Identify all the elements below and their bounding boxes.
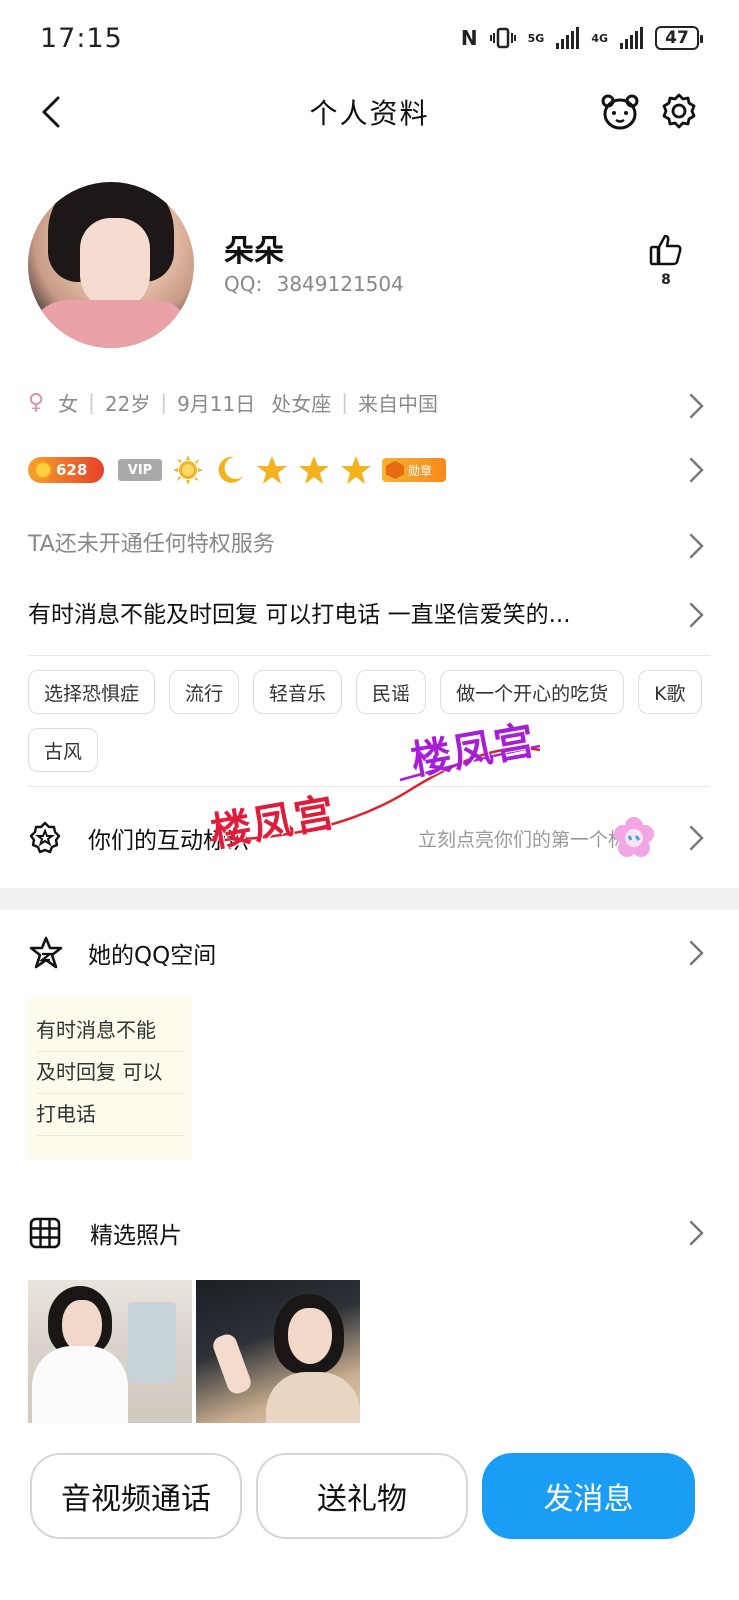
qq-value: 3849121504 bbox=[276, 272, 404, 296]
like-count: 8 bbox=[661, 272, 671, 288]
tag[interactable]: 民谣 bbox=[356, 670, 427, 714]
chevron-right-icon bbox=[689, 533, 704, 559]
tag[interactable]: 做一个开心的吃货 bbox=[440, 670, 625, 714]
signal-icon bbox=[556, 27, 580, 49]
network-4g-label: 4G bbox=[591, 31, 608, 45]
thumbs-up-icon[interactable] bbox=[648, 232, 684, 268]
qzone-label: 她的QQ空间 bbox=[88, 943, 217, 969]
medal-badge: 勋章 bbox=[382, 458, 446, 482]
signal-icon-2 bbox=[620, 27, 643, 49]
birthday: 9月11日 bbox=[177, 391, 256, 416]
level-points-badge: 628 bbox=[28, 457, 104, 483]
network-5g-label: 5G bbox=[527, 31, 545, 45]
note-line: 及时回复 可以 bbox=[36, 1052, 184, 1094]
chevron-right-icon bbox=[689, 602, 704, 628]
privilege-row[interactable]: TA还未开通任何特权服务 bbox=[28, 526, 708, 558]
age: 22岁 bbox=[104, 391, 151, 416]
separator: | bbox=[160, 390, 168, 414]
location: 来自中国 bbox=[358, 391, 439, 416]
page-title: 个人资料 bbox=[309, 97, 430, 130]
divider bbox=[28, 655, 710, 656]
chevron-right-icon bbox=[689, 940, 704, 966]
status-icons: N 5G 4G 47 bbox=[460, 26, 703, 50]
send-gift-button[interactable]: 送礼物 bbox=[256, 1453, 468, 1539]
tag[interactable]: 选择恐惧症 bbox=[28, 670, 156, 714]
note-line: 打电话 bbox=[36, 1094, 184, 1136]
coin-icon bbox=[34, 461, 52, 479]
featured-photo[interactable] bbox=[28, 1280, 192, 1423]
zodiac: 处女座 bbox=[271, 391, 332, 416]
star-icon bbox=[341, 456, 371, 484]
bear-face-icon[interactable] bbox=[600, 92, 640, 132]
tag[interactable]: 轻音乐 bbox=[253, 670, 343, 714]
nav-bar: 个人资料 bbox=[0, 76, 739, 148]
chevron-right-icon bbox=[689, 1220, 704, 1246]
star-icon bbox=[257, 456, 287, 484]
section-separator bbox=[0, 888, 739, 910]
nfc-icon: N bbox=[460, 26, 478, 50]
badges-row[interactable]: 628 VIP 勋章 bbox=[28, 450, 708, 490]
featured-photo[interactable] bbox=[196, 1280, 360, 1423]
status-bar: 17:15 N 5G 4G 47 bbox=[0, 0, 739, 76]
gear-icon[interactable] bbox=[660, 92, 698, 130]
chevron-left-icon[interactable] bbox=[34, 94, 70, 130]
moon-icon bbox=[218, 456, 243, 483]
vip-badge: VIP bbox=[118, 459, 162, 481]
basic-info-row[interactable]: ♀ 女 | 22岁 | 9月11日 处女座 | 来自中国 bbox=[28, 382, 708, 422]
status-time: 17:15 bbox=[40, 22, 123, 54]
avatar[interactable] bbox=[28, 182, 194, 348]
tag[interactable]: K歌 bbox=[638, 670, 702, 714]
qq-label: QQ: bbox=[224, 272, 263, 296]
gender: 女 bbox=[58, 391, 79, 416]
photos-label: 精选照片 bbox=[90, 1223, 182, 1249]
star-icon bbox=[299, 456, 329, 484]
vibrate-icon bbox=[489, 27, 516, 49]
qzone-note-card[interactable]: 有时消息不能 及时回复 可以 打电话 bbox=[28, 998, 192, 1160]
sun-icon bbox=[173, 455, 203, 485]
qzone-row[interactable]: 她的QQ空间 bbox=[28, 928, 710, 978]
note-line: 有时消息不能 bbox=[36, 1010, 184, 1052]
separator: | bbox=[341, 390, 349, 414]
chevron-right-icon bbox=[689, 393, 704, 419]
chevron-right-icon bbox=[689, 825, 704, 851]
badge-star-icon bbox=[29, 821, 61, 854]
photos-row[interactable]: 精选照片 bbox=[28, 1208, 710, 1258]
tag[interactable]: 流行 bbox=[169, 670, 240, 714]
battery-icon: 47 bbox=[655, 26, 703, 50]
chevron-right-icon bbox=[689, 457, 704, 483]
grid-icon bbox=[29, 1217, 61, 1249]
signature-row[interactable]: 有时消息不能及时回复 可以打电话 一直坚信爱笑的... bbox=[28, 595, 658, 629]
medal-label: 勋章 bbox=[408, 463, 433, 478]
star-outline-icon bbox=[29, 936, 63, 969]
video-call-button[interactable]: 音视频通话 bbox=[30, 1453, 242, 1539]
separator: | bbox=[88, 390, 95, 414]
qq-number: QQ: 3849121504 bbox=[224, 272, 404, 296]
level-points: 628 bbox=[56, 461, 88, 479]
medal-icon bbox=[386, 461, 404, 479]
tag[interactable]: 古风 bbox=[28, 728, 99, 772]
flower-icon bbox=[614, 817, 654, 857]
female-icon: ♀ bbox=[28, 389, 45, 415]
send-message-button[interactable]: 发消息 bbox=[482, 1453, 695, 1539]
profile-name: 朵朵 bbox=[224, 234, 284, 269]
